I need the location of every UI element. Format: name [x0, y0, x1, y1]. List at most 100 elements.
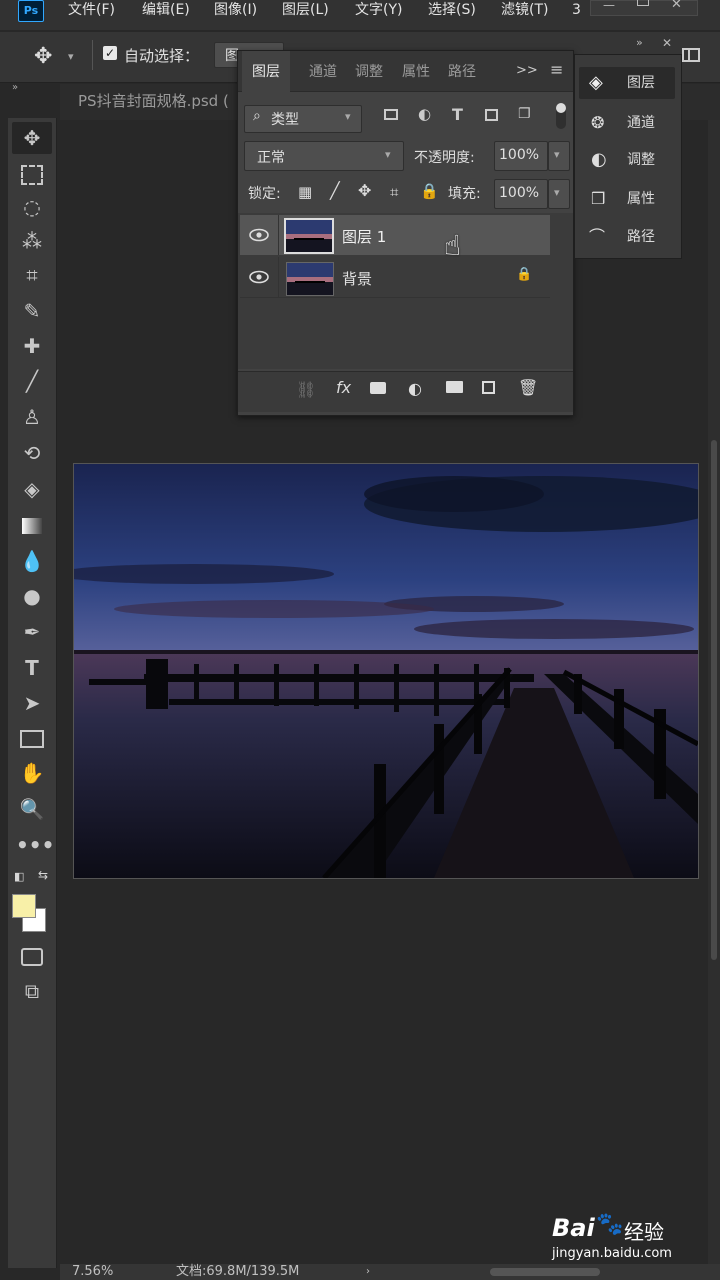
lock-pixels-icon[interactable]: ╱: [330, 181, 340, 200]
tab-layers[interactable]: 图层: [252, 51, 280, 91]
layers-panel: 图层 通道 调整 属性 路径 >> ≡ ⌕ 类型 ▾ ◐ T ❐ 正常 ▾ 不透…: [237, 50, 574, 416]
paths-icon: ⌒: [589, 227, 606, 246]
filter-toggle[interactable]: [556, 103, 566, 129]
dock-item-channels[interactable]: ❂ 通道: [579, 107, 675, 139]
menu-type[interactable]: 文字(Y): [355, 0, 402, 20]
lock-artboard-icon[interactable]: ⌗: [390, 183, 398, 201]
rectangle-tool-icon[interactable]: [16, 722, 48, 752]
fill-field[interactable]: 100%: [494, 179, 548, 209]
dock-item-adjustments[interactable]: ◐ 调整: [579, 144, 675, 176]
expand-dock-icon[interactable]: »: [636, 36, 643, 49]
tab-channels[interactable]: 通道: [309, 51, 337, 91]
scrollbar-thumb[interactable]: [711, 440, 717, 960]
trash-icon[interactable]: 🗑: [518, 378, 538, 397]
move-tool-icon[interactable]: ✥: [16, 123, 48, 153]
adjustment-icon[interactable]: ◐: [408, 379, 422, 398]
foreground-color-swatch[interactable]: [12, 894, 36, 918]
marquee-tool-icon[interactable]: [16, 158, 48, 188]
layers-icon: ◈: [589, 72, 603, 93]
lock-position-icon[interactable]: ✥: [358, 181, 371, 200]
lock-all-icon[interactable]: 🔒: [420, 182, 439, 200]
tab-adjustments[interactable]: 调整: [355, 51, 383, 91]
blend-mode-dropdown[interactable]: 正常 ▾: [244, 141, 404, 171]
minimize-icon[interactable]: —: [603, 0, 615, 12]
pixel-filter-icon[interactable]: [384, 109, 398, 120]
zoom-tool-icon[interactable]: 🔍: [16, 794, 48, 824]
dock-item-paths[interactable]: ⌒ 路径: [579, 221, 675, 253]
chevron-down-icon[interactable]: ▾: [68, 50, 74, 63]
close-dock-icon[interactable]: ✕: [662, 36, 672, 50]
smart-object-filter-icon[interactable]: ❐: [518, 106, 531, 122]
type-tool-icon[interactable]: T: [16, 653, 48, 683]
expand-tabs-icon[interactable]: >>: [516, 63, 538, 78]
quick-mask-icon[interactable]: [16, 940, 48, 970]
type-filter-icon[interactable]: T: [452, 105, 463, 124]
dodge-tool-icon[interactable]: ●: [16, 581, 48, 611]
close-window-icon[interactable]: ✕: [671, 0, 682, 12]
layer-visibility-toggle[interactable]: [240, 215, 279, 255]
layer-name[interactable]: 图层 1: [342, 226, 386, 247]
menu-3d[interactable]: 3: [572, 0, 581, 20]
menu-edit[interactable]: 编辑(E): [142, 0, 190, 20]
dock-item-properties[interactable]: ❒ 属性: [579, 183, 675, 215]
workspace-icon[interactable]: [682, 48, 700, 62]
properties-icon: ❒: [591, 189, 606, 208]
path-selection-icon[interactable]: ➤: [16, 688, 48, 718]
auto-select-checkbox[interactable]: ✓: [103, 46, 117, 60]
horizontal-scrollbar[interactable]: [490, 1268, 600, 1276]
adjustment-filter-icon[interactable]: ◐: [418, 105, 431, 123]
menu-image[interactable]: 图像(I): [214, 0, 257, 20]
layer-row-1[interactable]: 图层 1: [240, 215, 550, 255]
menu-select[interactable]: 选择(S): [428, 0, 476, 20]
tab-paths[interactable]: 路径: [448, 51, 476, 91]
blur-tool-icon[interactable]: 💧: [16, 546, 48, 576]
panel-menu-icon[interactable]: ≡: [550, 60, 563, 79]
folder-icon[interactable]: [446, 381, 463, 393]
eyedropper-icon[interactable]: ✎: [16, 296, 48, 326]
link-icon[interactable]: ⛓: [296, 380, 316, 399]
default-colors-icon[interactable]: ◧: [14, 870, 24, 883]
shape-filter-icon[interactable]: [485, 109, 498, 121]
menu-filter[interactable]: 滤镜(T): [501, 0, 548, 20]
magic-wand-icon[interactable]: ⁂: [16, 226, 48, 256]
sunset-pier-photo: [74, 464, 698, 878]
gradient-tool-icon[interactable]: [16, 509, 48, 539]
fill-dropdown[interactable]: ▾: [548, 179, 570, 209]
tab-properties[interactable]: 属性: [402, 51, 430, 91]
filter-type-dropdown[interactable]: ⌕ 类型 ▾: [244, 105, 362, 133]
hand-tool-icon[interactable]: ✋: [16, 758, 48, 788]
clone-stamp-icon[interactable]: ♙: [16, 402, 48, 432]
new-layer-icon[interactable]: [482, 381, 495, 394]
swap-colors-icon[interactable]: ⇆: [38, 868, 48, 882]
chevron-down-icon: ▾: [554, 148, 560, 161]
status-arrow-icon[interactable]: ›: [366, 1264, 370, 1280]
pen-tool-icon[interactable]: ✒: [16, 617, 48, 647]
opacity-field[interactable]: 100%: [494, 141, 548, 171]
canvas-image[interactable]: [73, 463, 699, 879]
eraser-tool-icon[interactable]: ◈: [16, 474, 48, 504]
brush-tool-icon[interactable]: ╱: [16, 366, 48, 396]
crop-tool-icon[interactable]: ⌗: [16, 260, 48, 290]
screen-mode-icon[interactable]: ⧉: [16, 976, 48, 1006]
menu-layer[interactable]: 图层(L): [282, 0, 329, 20]
menu-file[interactable]: 文件(F): [68, 0, 115, 20]
dock-label: 路径: [627, 229, 655, 245]
fx-icon[interactable]: fx: [336, 378, 351, 397]
vertical-scrollbar[interactable]: [708, 120, 720, 1264]
lasso-tool-icon[interactable]: ◌: [16, 192, 48, 222]
collapse-toolbar-icon[interactable]: »: [12, 82, 18, 93]
layer-visibility-toggle[interactable]: [240, 257, 279, 297]
opacity-dropdown[interactable]: ▾: [548, 141, 570, 171]
maximize-icon[interactable]: [637, 0, 649, 6]
history-brush-icon[interactable]: ⟲: [16, 438, 48, 468]
mask-icon[interactable]: [370, 382, 386, 394]
dock-item-layers[interactable]: ◈ 图层: [579, 67, 675, 99]
healing-brush-icon[interactable]: ✚: [16, 331, 48, 361]
more-tools-icon[interactable]: •••: [16, 830, 54, 860]
document-tab[interactable]: PS抖音封面规格.psd (: [78, 90, 229, 111]
lock-transparent-icon[interactable]: ▦: [298, 183, 312, 201]
zoom-level[interactable]: 7.56%: [72, 1264, 113, 1280]
layer-name[interactable]: 背景: [342, 268, 372, 289]
move-tool-icon[interactable]: ✥: [34, 44, 52, 69]
layer-row-2[interactable]: 背景 🔒: [240, 257, 550, 297]
